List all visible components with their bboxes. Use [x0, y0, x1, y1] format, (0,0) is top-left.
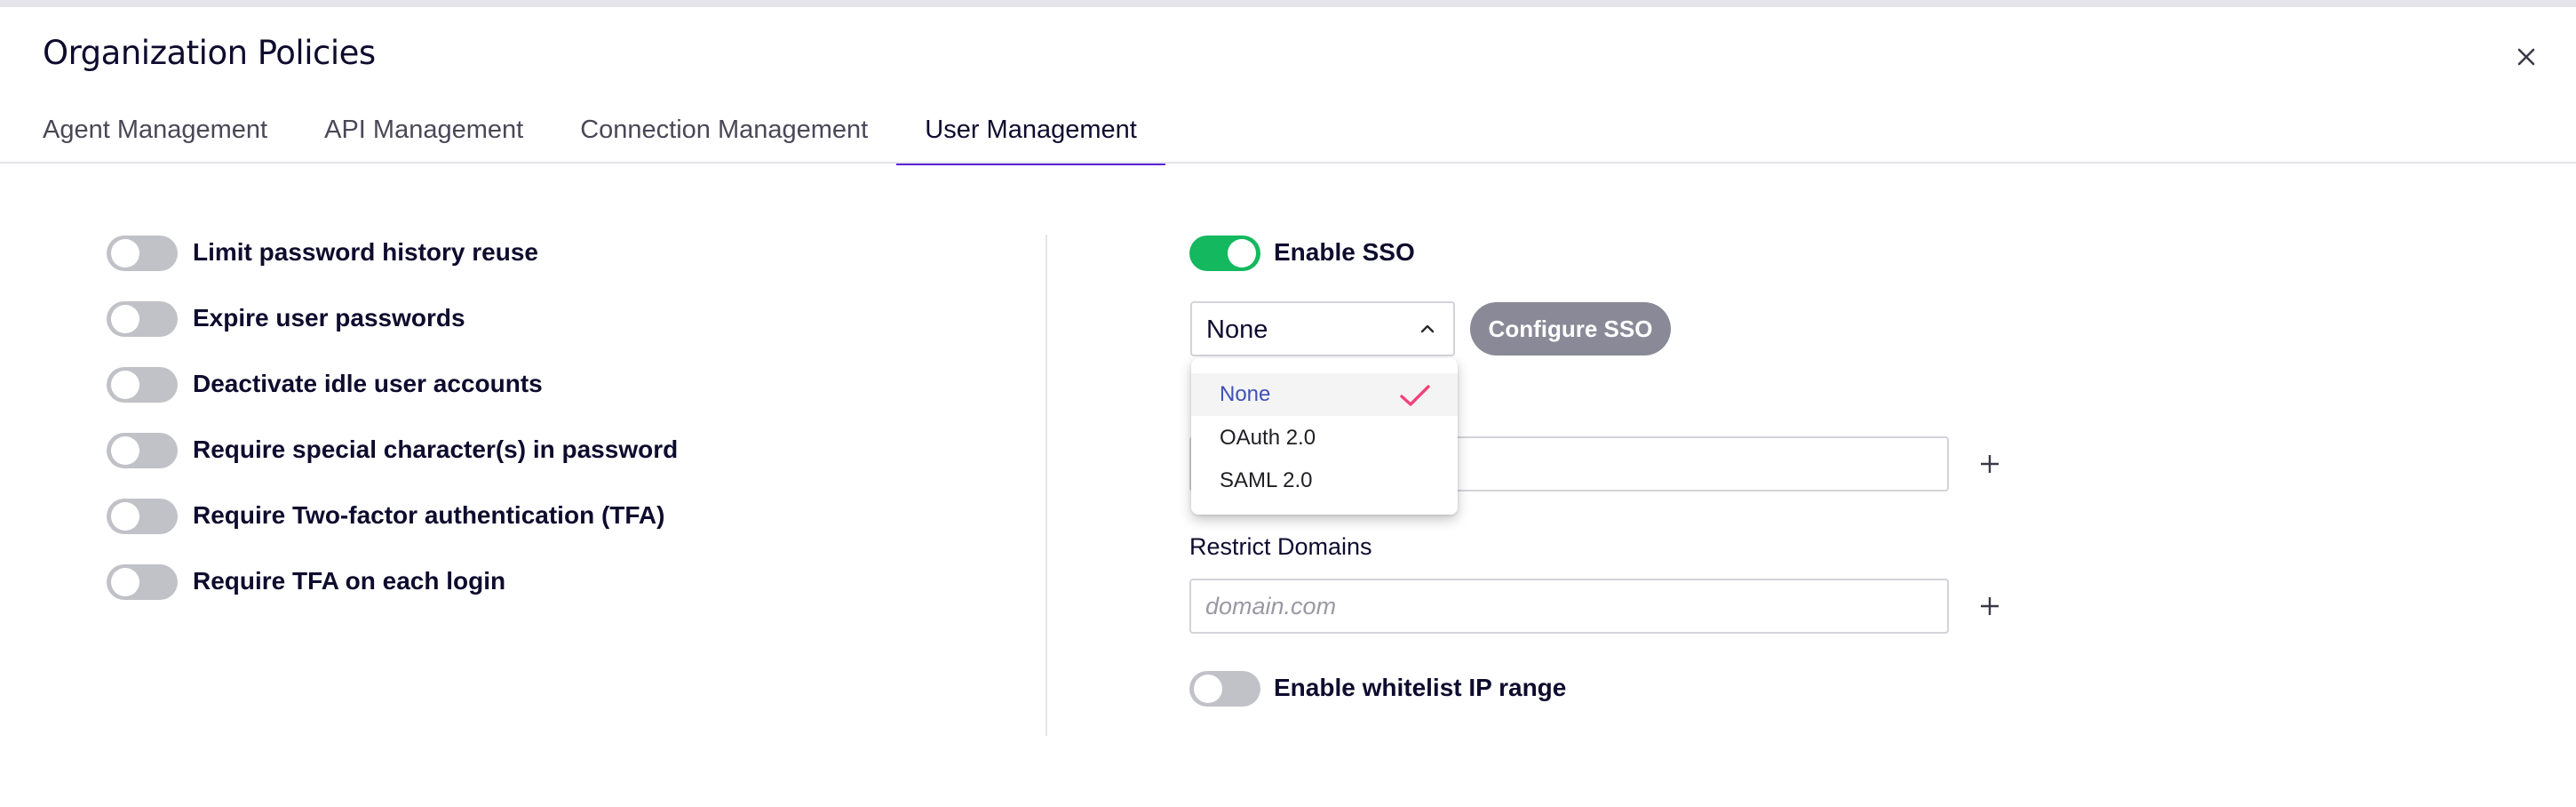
close-icon [2517, 48, 2535, 66]
toggle-whitelist-ip[interactable] [1189, 671, 1260, 707]
tab-user-management[interactable]: User Management [896, 107, 1165, 165]
label-limit-password-history: Limit password history reuse [193, 238, 538, 266]
toggle-expire-passwords[interactable] [107, 301, 178, 337]
tab-divider [0, 162, 2576, 164]
toggle-limit-password-history[interactable] [107, 236, 178, 271]
restrict-domains-label: Restrict Domains [1189, 533, 1372, 560]
plus-icon[interactable] [1978, 595, 2001, 618]
tab-agent-management[interactable]: Agent Management [14, 107, 296, 164]
column-divider [1046, 235, 1047, 736]
dialog-title: Organization Policies [43, 34, 376, 72]
close-button[interactable] [2514, 44, 2539, 69]
chevron-up-icon [1420, 324, 1435, 333]
restrict-domains-input[interactable] [1189, 579, 1949, 634]
toggle-enable-sso[interactable] [1189, 236, 1260, 271]
toggle-require-tfa[interactable] [107, 499, 178, 534]
label-require-tfa: Require Two-factor authentication (TFA) [193, 501, 665, 529]
option-label: SAML 2.0 [1220, 468, 1313, 492]
menu-option-oauth[interactable]: OAuth 2.0 [1191, 417, 1458, 459]
label-whitelist-ip: Enable whitelist IP range [1274, 674, 1567, 701]
label-require-tfa-each-login: Require TFA on each login [193, 567, 506, 595]
top-bar [0, 0, 2576, 7]
toggle-deactivate-idle-accounts[interactable] [107, 367, 178, 403]
option-label: OAuth 2.0 [1220, 426, 1316, 450]
label-expire-passwords: Expire user passwords [193, 304, 465, 332]
label-enable-sso: Enable SSO [1274, 238, 1415, 266]
label-deactivate-idle-accounts: Deactivate idle user accounts [193, 370, 543, 397]
toggle-require-tfa-each-login[interactable] [107, 564, 178, 600]
tab-bar: Agent Management API Management Connecti… [14, 107, 1165, 165]
sso-type-value: None [1206, 316, 1268, 344]
plus-icon[interactable] [1978, 452, 2001, 475]
toggle-require-special-characters[interactable] [107, 433, 178, 468]
configure-sso-button[interactable]: Configure SSO [1470, 302, 1671, 356]
tab-connection-management[interactable]: Connection Management [552, 107, 896, 164]
tab-api-management[interactable]: API Management [296, 107, 552, 164]
option-label: None [1220, 382, 1271, 406]
menu-option-saml[interactable]: SAML 2.0 [1191, 459, 1458, 502]
sso-type-select[interactable]: None [1190, 301, 1455, 356]
menu-option-none[interactable]: None [1191, 373, 1458, 416]
checkmark-icon [1400, 385, 1430, 406]
sso-type-menu: None OAuth 2.0 SAML 2.0 [1191, 358, 1458, 515]
label-require-special-characters: Require special character(s) in password [193, 435, 679, 463]
